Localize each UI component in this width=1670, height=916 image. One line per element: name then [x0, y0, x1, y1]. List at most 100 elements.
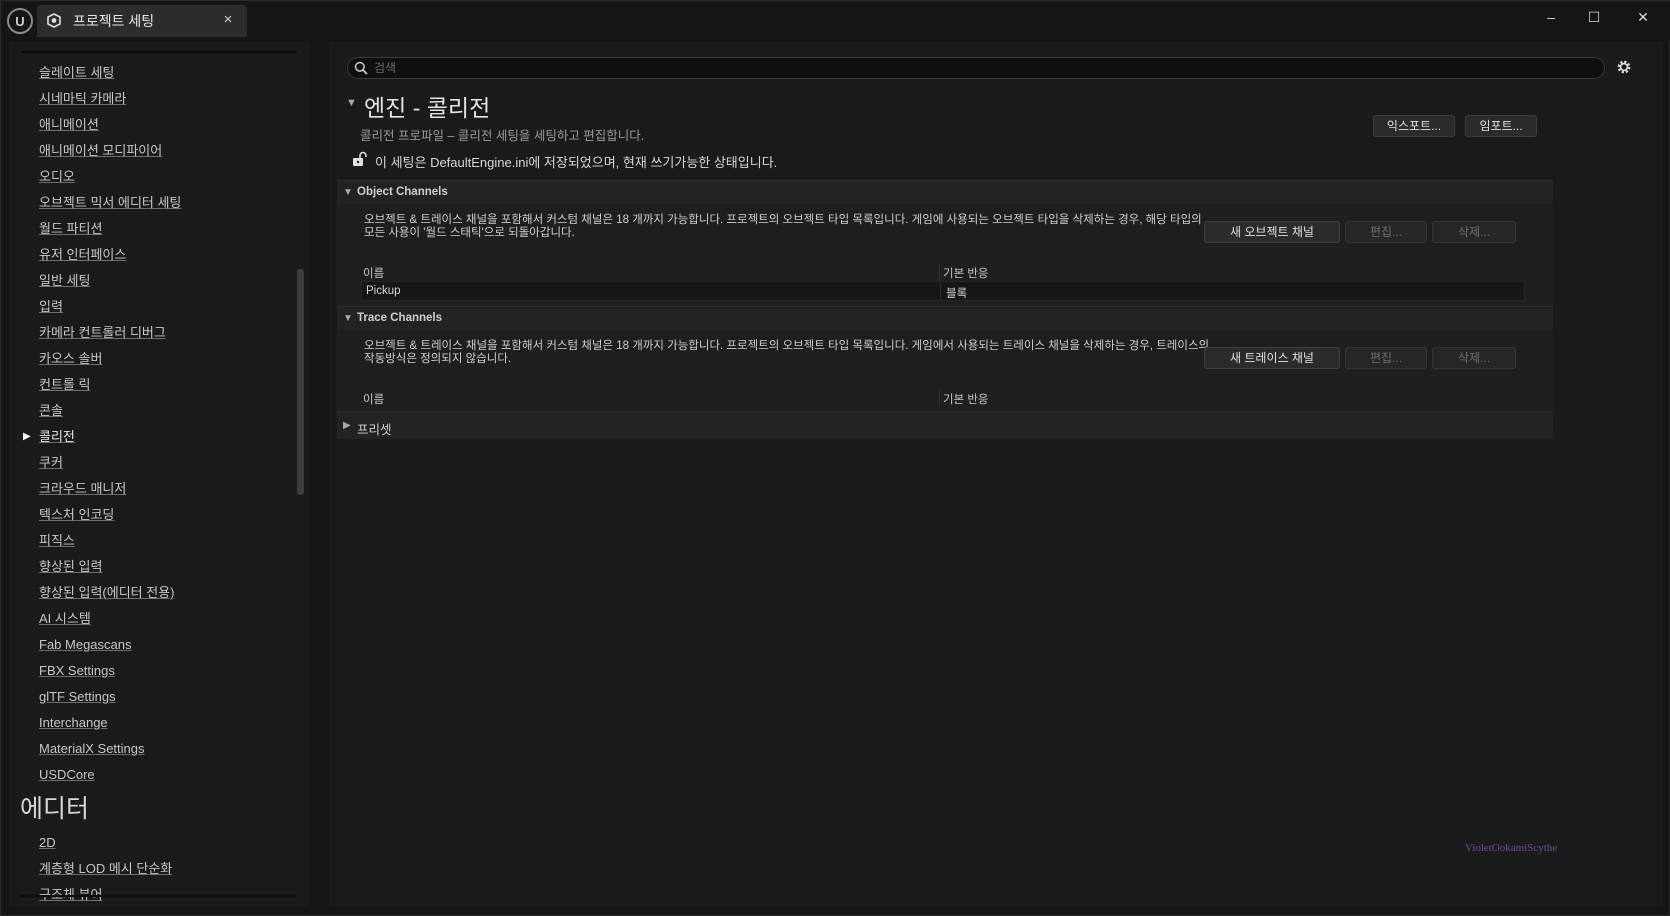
sidebar-item[interactable]: MaterialX Settings [9, 736, 299, 762]
sidebar-item-label: 피직스 [39, 533, 75, 548]
sidebar-item-label: 콘솔 [39, 403, 63, 418]
expand-arrow-icon: ▶ [343, 420, 351, 431]
sidebar-item-label: 계층형 LOD 메시 단순화 [39, 861, 173, 876]
search-box[interactable] [347, 57, 1605, 79]
delete-trace-channel-button[interactable]: 삭제... [1432, 347, 1516, 369]
sidebar-item-label: 쿠커 [39, 455, 63, 470]
sidebar-item[interactable]: 시네마틱 카메라 [9, 86, 299, 112]
sidebar-item-label: 월드 파티션 [39, 221, 103, 236]
sidebar-item[interactable]: 카메라 컨트롤러 디버그 [9, 320, 299, 346]
sidebar-heading-editor: 에디터 [20, 795, 90, 823]
page-description: 콜리전 프로파일 – 콜리전 세팅을 세팅하고 편집합니다. [360, 129, 645, 143]
column-divider[interactable] [939, 263, 940, 281]
column-response-header: 기본 반응 [943, 394, 989, 406]
sidebar-item[interactable]: 컨트롤 릭 [9, 372, 299, 398]
watermark: VioletOokamiScythe [1465, 842, 1558, 854]
sidebar-item-label: 텍스처 인코딩 [39, 507, 115, 522]
new-object-channel-button[interactable]: 새 오브젝트 채널 [1204, 221, 1340, 243]
sidebar-item[interactable]: 2D [9, 830, 299, 856]
sidebar-item[interactable]: 오브젝트 믹서 에디터 세팅 [9, 190, 299, 216]
sidebar-bottom-divider [21, 895, 297, 897]
sidebar-item[interactable]: 향상된 입력 [9, 554, 299, 580]
tab-close-icon[interactable]: × [219, 11, 237, 29]
category-title: Object Channels [357, 186, 448, 198]
close-window-button[interactable]: ✕ [1623, 5, 1663, 29]
sidebar-item[interactable]: FBX Settings [9, 658, 299, 684]
tab-project-settings[interactable]: 프로젝트 세팅 × [37, 5, 247, 37]
search-input[interactable] [374, 59, 1574, 77]
sidebar-item-label: AI 시스템 [39, 611, 91, 626]
sidebar-item[interactable]: 카오스 솔버 [9, 346, 299, 372]
sidebar-item-label: MaterialX Settings [39, 741, 145, 756]
sidebar-item[interactable]: 향상된 입력(에디터 전용) [9, 580, 299, 606]
maximize-button[interactable]: ☐ [1574, 5, 1614, 29]
trace-channels-table-header: 이름 기본 반응 [361, 389, 1525, 407]
sidebar-item-label: 애니메이션 모디파이어 [39, 143, 163, 158]
sidebar-item[interactable]: 쿠커 [9, 450, 299, 476]
sidebar-item[interactable]: ▶ 콜리전 [9, 424, 299, 450]
column-divider[interactable] [939, 389, 940, 407]
sidebar-item-label: 카오스 솔버 [39, 351, 103, 366]
project-settings-window: U 프로젝트 세팅 × – ☐ ✕ 슬레이트 세팅시네마틱 카메라애니메이션애니… [0, 0, 1670, 916]
settings-cube-icon [47, 13, 61, 28]
collapse-arrow-icon: ▼ [343, 187, 353, 198]
column-name-header: 이름 [363, 268, 385, 280]
sidebar-item-label: FBX Settings [39, 663, 115, 678]
sidebar-item[interactable]: 일반 세팅 [9, 268, 299, 294]
details-panel: ▼ 엔진 - 콜리전 콜리전 프로파일 – 콜리전 세팅을 세팅하고 편집합니다… [329, 41, 1663, 907]
sidebar-item-label: 오디오 [39, 169, 75, 184]
minimize-button[interactable]: – [1531, 5, 1571, 29]
column-response-header: 기본 반응 [943, 268, 989, 280]
sidebar-item[interactable]: 애니메이션 [9, 112, 299, 138]
search-icon [354, 61, 368, 75]
sidebar-item-label: 카메라 컨트롤러 디버그 [39, 325, 166, 340]
collapse-arrow-icon: ▼ [343, 313, 353, 324]
sidebar-item[interactable]: 크라우드 매니저 [9, 476, 299, 502]
category-title: Trace Channels [357, 312, 443, 324]
sidebar-item[interactable]: 유저 인터페이스 [9, 242, 299, 268]
sidebar-item[interactable]: USDCore [9, 762, 299, 788]
sidebar-item[interactable]: 입력 [9, 294, 299, 320]
settings-sidebar: 슬레이트 세팅시네마틱 카메라애니메이션애니메이션 모디파이어오디오오브젝트 믹… [9, 41, 309, 907]
sidebar-scrollbar[interactable] [297, 269, 304, 495]
sidebar-item[interactable]: Fab Megascans [9, 632, 299, 658]
sidebar-item-label: 입력 [39, 299, 63, 314]
sidebar-item-label: 일반 세팅 [39, 273, 91, 288]
sidebar-item-label: glTF Settings [39, 689, 116, 704]
sidebar-item[interactable]: 애니메이션 모디파이어 [9, 138, 299, 164]
sidebar-item-label: 유저 인터페이스 [39, 247, 127, 262]
new-trace-channel-button[interactable]: 새 트레이스 채널 [1204, 347, 1340, 369]
sidebar-item[interactable]: 월드 파티션 [9, 216, 299, 242]
tab-label: 프로젝트 세팅 [73, 13, 155, 29]
import-button[interactable]: 임포트... [1465, 115, 1537, 137]
sidebar-item-label: 시네마틱 카메라 [39, 91, 127, 106]
sidebar-item[interactable]: 계층형 LOD 메시 단순화 [9, 856, 299, 882]
delete-object-channel-button[interactable]: 삭제... [1432, 221, 1516, 243]
export-button[interactable]: 익스포트... [1373, 115, 1455, 137]
edit-trace-channel-button[interactable]: 편집... [1345, 347, 1427, 369]
sidebar-project-list: 슬레이트 세팅시네마틱 카메라애니메이션애니메이션 모디파이어오디오오브젝트 믹… [9, 60, 299, 788]
table-row[interactable]: Pickup 블록 [361, 281, 1525, 301]
unreal-logo-icon[interactable]: U [7, 8, 33, 34]
sidebar-item[interactable]: glTF Settings [9, 684, 299, 710]
edit-object-channel-button[interactable]: 편집... [1345, 221, 1427, 243]
section-collapse-icon[interactable]: ▼ [346, 97, 357, 109]
sidebar-item[interactable]: AI 시스템 [9, 606, 299, 632]
sidebar-item[interactable]: 슬레이트 세팅 [9, 60, 299, 86]
object-channels-body: 오브젝트 & 트레이스 채널을 포함해서 커스텀 채널은 18 개까지 가능합니… [337, 204, 1553, 306]
sidebar-item-label: 콜리전 [39, 429, 75, 444]
category-title: 프리셋 [357, 423, 392, 437]
gear-icon[interactable] [1614, 57, 1634, 77]
column-name-header: 이름 [363, 394, 385, 406]
sidebar-item-label: 향상된 입력(에디터 전용) [39, 585, 175, 600]
sidebar-item-label: 슬레이트 세팅 [39, 65, 115, 80]
sidebar-item[interactable]: 오디오 [9, 164, 299, 190]
sidebar-item[interactable]: Interchange [9, 710, 299, 736]
category-presets[interactable]: ▶ 프리셋 [337, 411, 1553, 439]
category-trace-channels[interactable]: ▼ Trace Channels [337, 306, 1553, 330]
object-channels-table-header: 이름 기본 반응 [361, 263, 1525, 281]
sidebar-item[interactable]: 텍스처 인코딩 [9, 502, 299, 528]
sidebar-item[interactable]: 콘솔 [9, 398, 299, 424]
category-object-channels[interactable]: ▼ Object Channels [337, 180, 1553, 204]
sidebar-item[interactable]: 피직스 [9, 528, 299, 554]
